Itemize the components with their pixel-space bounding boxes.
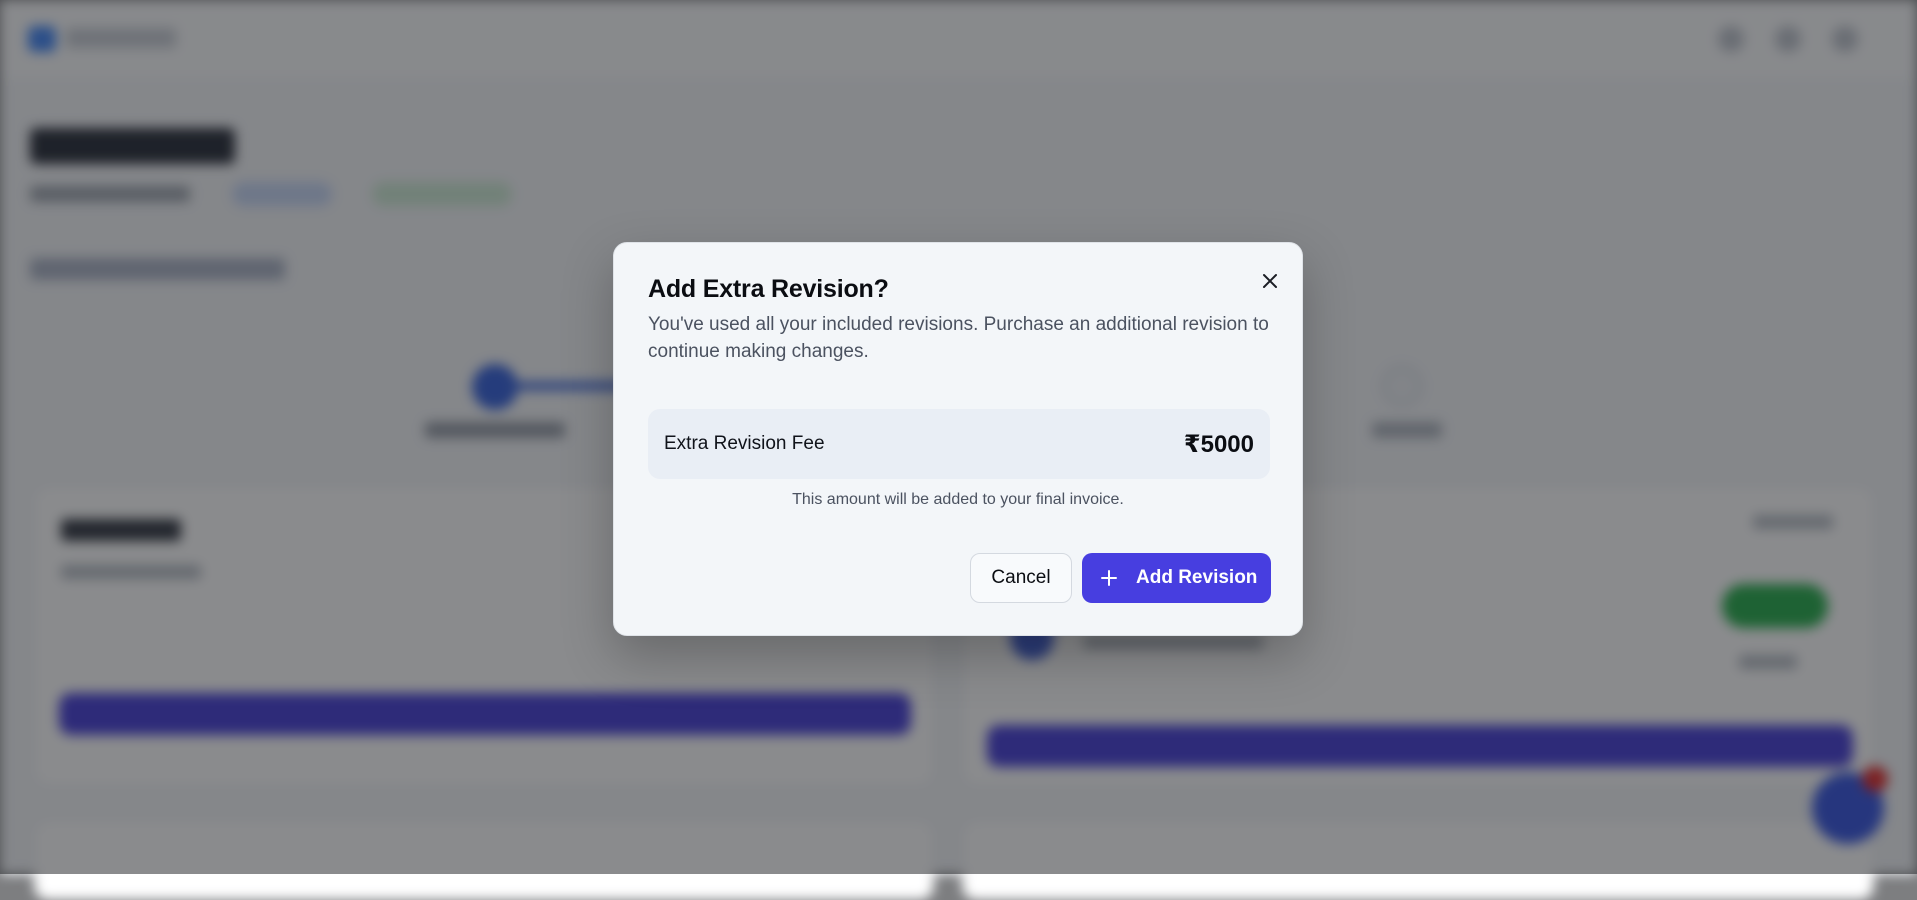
fee-amount: ₹5000	[1183, 430, 1254, 458]
add-revision-button-label: Add Revision	[1136, 567, 1258, 588]
fee-summary: Extra Revision Fee ₹5000	[648, 409, 1270, 479]
dialog-title: Add Extra Revision?	[648, 275, 889, 303]
cancel-button[interactable]: Cancel	[970, 553, 1072, 603]
plus-icon	[1100, 569, 1118, 587]
add-revision-button[interactable]: Add Revision	[1082, 553, 1271, 603]
cancel-button-label: Cancel	[991, 567, 1051, 588]
fee-note: This amount will be added to your final …	[792, 491, 1124, 508]
close-icon	[1263, 274, 1277, 288]
dialog-description: You've used all your included revisions.…	[648, 314, 1269, 362]
close-button[interactable]	[1256, 267, 1284, 295]
fee-label: Extra Revision Fee	[664, 433, 825, 454]
extra-revision-dialog: Add Extra Revision? You've used all your…	[613, 242, 1303, 636]
